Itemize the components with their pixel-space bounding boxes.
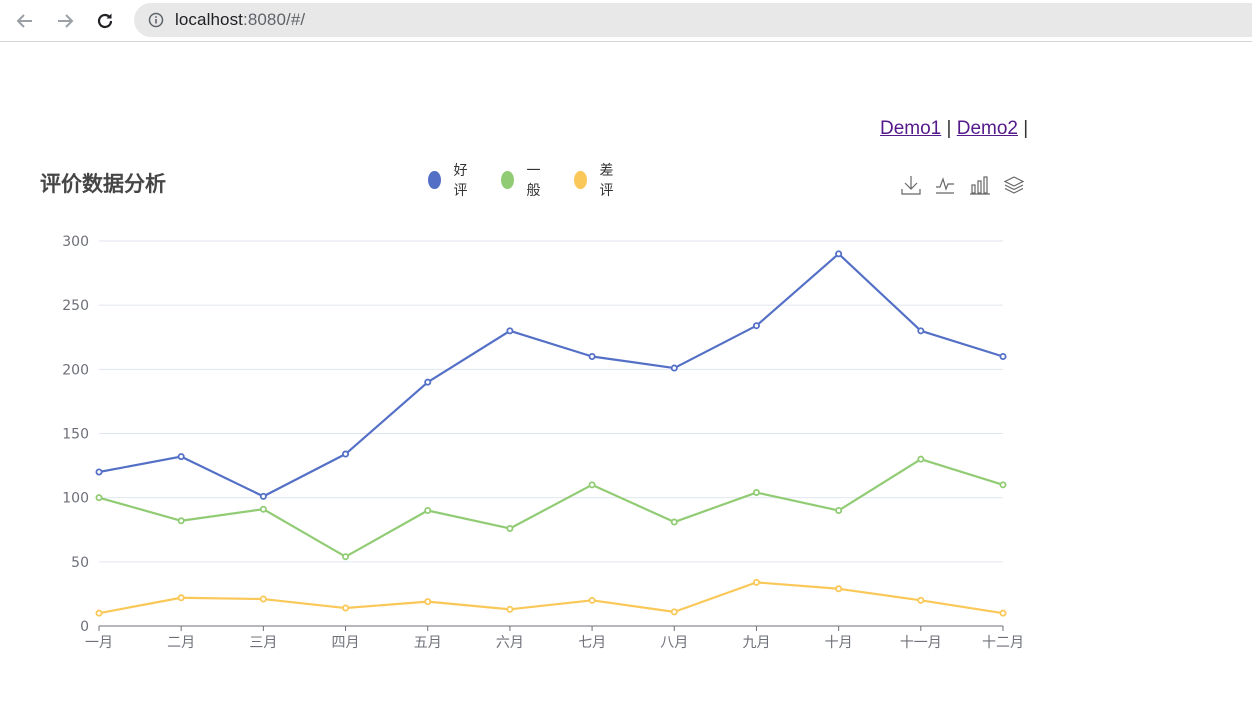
- data-point: [752, 322, 760, 330]
- data-point: [506, 605, 514, 613]
- x-tick-label: 五月: [414, 635, 442, 651]
- data-point: [752, 578, 760, 586]
- data-point: [95, 468, 103, 476]
- data-point: [177, 517, 185, 525]
- y-tick-label: 100: [62, 491, 89, 507]
- data-point: [917, 327, 925, 335]
- x-tick-label: 六月: [496, 635, 524, 651]
- y-tick-label: 150: [62, 427, 89, 443]
- data-point: [177, 453, 185, 461]
- data-point: [588, 352, 596, 360]
- data-point: [670, 518, 678, 526]
- x-tick-label: 四月: [332, 635, 360, 651]
- data-point: [588, 596, 596, 604]
- data-point: [259, 505, 267, 513]
- series-line: [98, 458, 1004, 558]
- data-point: [342, 450, 350, 458]
- y-tick-label: 300: [62, 234, 89, 250]
- data-point: [177, 594, 185, 602]
- data-point: [506, 327, 514, 335]
- data-point: [95, 494, 103, 502]
- line-chart: 0 50 100 150 200 250 300 一月 二月 三月 四月 五月 六月 七月 八月 九月 十月 十…: [62, 234, 1024, 651]
- x-tick-label: 九月: [742, 635, 770, 651]
- data-point: [424, 506, 432, 514]
- data-point: [917, 455, 925, 463]
- series-line: [98, 581, 1004, 615]
- data-point: [259, 595, 267, 603]
- y-tick-label: 200: [62, 362, 89, 378]
- x-tick-label: 八月: [660, 635, 688, 651]
- data-point: [342, 553, 350, 561]
- data-point: [670, 364, 678, 372]
- data-point: [999, 481, 1007, 489]
- data-point: [95, 609, 103, 617]
- x-tick-label: 十月: [825, 635, 853, 651]
- data-point: [424, 598, 432, 606]
- data-point: [424, 378, 432, 386]
- x-axis: 一月 二月 三月 四月 五月 六月 七月 八月 九月 十月 十一月 十二月: [85, 625, 1024, 651]
- data-point: [506, 524, 514, 532]
- series-line: [98, 252, 1004, 498]
- data-point: [259, 492, 267, 500]
- y-tick-label: 250: [62, 298, 89, 314]
- data-point: [670, 608, 678, 616]
- x-tick-label: 十一月: [900, 635, 942, 651]
- data-point: [588, 481, 596, 489]
- y-tick-label: 50: [71, 555, 89, 571]
- x-tick-label: 十二月: [982, 635, 1024, 651]
- data-point: [752, 489, 760, 497]
- data-point: [999, 609, 1007, 617]
- y-tick-label: 0: [80, 619, 89, 635]
- x-tick-label: 七月: [578, 635, 606, 651]
- y-axis: 0 50 100 150 200 250 300: [62, 234, 89, 635]
- data-point: [999, 352, 1007, 360]
- data-point: [835, 585, 843, 593]
- data-point: [342, 604, 350, 612]
- data-point: [917, 596, 925, 604]
- data-point: [835, 506, 843, 514]
- data-point: [835, 250, 843, 258]
- x-tick-label: 一月: [85, 635, 113, 651]
- x-tick-label: 三月: [249, 635, 277, 651]
- x-tick-label: 二月: [167, 635, 195, 651]
